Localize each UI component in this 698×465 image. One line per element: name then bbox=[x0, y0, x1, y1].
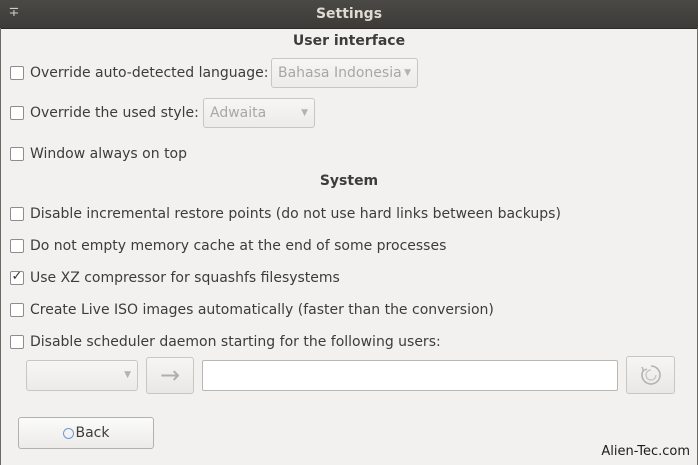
option-xz-compressor[interactable]: ✓ Use XZ compressor for squashfs filesys… bbox=[10, 269, 340, 287]
disable-scheduler-checkbox[interactable] bbox=[10, 335, 24, 349]
refresh-button[interactable] bbox=[626, 356, 675, 394]
language-combo[interactable]: Bahasa Indonesia ▼ bbox=[271, 58, 418, 88]
override-style-label: Override the used style: bbox=[30, 105, 199, 121]
style-combo-value: Adwaita bbox=[210, 105, 267, 121]
option-override-language[interactable]: Override auto-detected language: bbox=[10, 64, 268, 82]
refresh-icon bbox=[641, 365, 661, 385]
option-disable-scheduler[interactable]: Disable scheduler daemon starting for th… bbox=[10, 333, 441, 351]
chevron-down-icon: ▼ bbox=[404, 68, 411, 78]
no-empty-cache-checkbox[interactable] bbox=[10, 239, 24, 253]
window-title: Settings bbox=[315, 6, 383, 22]
live-iso-auto-label: Create Live ISO images automatically (fa… bbox=[30, 302, 494, 318]
no-empty-cache-label: Do not empty memory cache at the end of … bbox=[30, 238, 447, 254]
users-combo[interactable]: ▼ bbox=[26, 360, 138, 391]
option-disable-restore-points[interactable]: Disable incremental restore points (do n… bbox=[10, 205, 561, 223]
xz-compressor-checkbox[interactable]: ✓ bbox=[10, 269, 24, 285]
back-button-label: Back bbox=[75, 425, 110, 441]
arrow-right-icon: → bbox=[159, 361, 181, 389]
always-on-top-label: Window always on top bbox=[30, 146, 188, 162]
chevron-down-icon: ▼ bbox=[301, 108, 308, 118]
chevron-down-icon: ▼ bbox=[124, 370, 131, 380]
disable-restore-points-checkbox[interactable] bbox=[10, 207, 24, 221]
section-heading-user-interface: User interface bbox=[292, 33, 406, 49]
section-heading-system: System bbox=[319, 173, 379, 189]
disable-scheduler-label: Disable scheduler daemon starting for th… bbox=[30, 334, 441, 350]
back-button[interactable]: Back bbox=[18, 417, 154, 449]
override-language-checkbox[interactable] bbox=[10, 66, 24, 80]
option-always-on-top[interactable]: Window always on top bbox=[10, 145, 187, 163]
override-language-label: Override auto-detected language: bbox=[30, 65, 269, 81]
xz-compressor-label: Use XZ compressor for squashfs filesyste… bbox=[30, 270, 340, 286]
users-entry[interactable] bbox=[202, 360, 618, 391]
override-style-checkbox[interactable] bbox=[10, 106, 24, 120]
title-bar: ∓ Settings bbox=[0, 0, 698, 29]
style-combo[interactable]: Adwaita ▼ bbox=[203, 98, 315, 128]
language-combo-value: Bahasa Indonesia bbox=[278, 65, 402, 81]
window-border-left bbox=[0, 28, 1, 465]
watermark-text: Alien-Tec.com bbox=[601, 444, 690, 459]
add-user-button[interactable]: → bbox=[146, 357, 194, 394]
back-icon bbox=[62, 427, 74, 439]
option-override-style[interactable]: Override the used style: bbox=[10, 104, 199, 122]
option-live-iso-auto[interactable]: Create Live ISO images automatically (fa… bbox=[10, 301, 494, 319]
always-on-top-checkbox[interactable] bbox=[10, 147, 24, 161]
option-no-empty-cache[interactable]: Do not empty memory cache at the end of … bbox=[10, 237, 446, 255]
live-iso-auto-checkbox[interactable] bbox=[10, 303, 24, 317]
checkmark-icon: ✓ bbox=[11, 269, 23, 284]
disable-restore-points-label: Disable incremental restore points (do n… bbox=[30, 206, 561, 222]
